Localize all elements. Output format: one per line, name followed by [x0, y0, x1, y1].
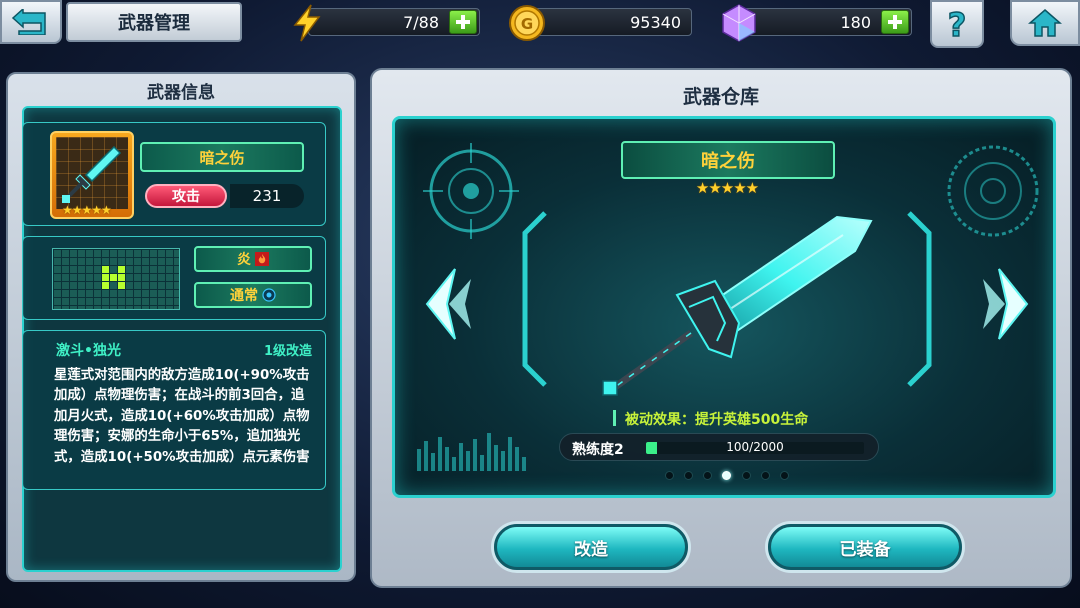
range-cell — [102, 266, 109, 273]
element-label: 炎 — [237, 252, 251, 268]
attack-type-label: 通常 — [230, 288, 258, 304]
svg-text:?: ? — [948, 6, 967, 42]
attack-value: 231 — [230, 184, 304, 208]
plus-icon — [456, 15, 470, 29]
page-indicator — [665, 471, 789, 480]
attack-label: 攻击 — [145, 184, 227, 208]
showcase-stars: ★★★★★ — [695, 179, 759, 197]
target-icon — [262, 288, 276, 302]
thumbnail-stars: ★★★★★ — [62, 203, 112, 217]
fire-icon — [255, 252, 269, 266]
range-cell — [118, 282, 125, 289]
help-button[interactable]: ? — [930, 0, 984, 48]
gold-coin-icon: G — [509, 5, 545, 41]
proficiency-row: 熟练度2 100/2000 — [559, 433, 879, 461]
gold-counter: G 95340 — [509, 5, 692, 41]
back-button[interactable] — [0, 0, 62, 44]
page-dot[interactable] — [779, 471, 789, 480]
svg-text:G: G — [521, 15, 533, 33]
skill-description: 星莲式对范围内的敌方造成10(+90%攻击加成）点物理伤害；在战斗的前3回合，追… — [54, 368, 310, 465]
page-dot-active[interactable] — [722, 471, 732, 480]
proficiency-value: 100/2000 — [726, 440, 784, 454]
skill-level: 1级改造 — [264, 344, 313, 359]
add-energy-button[interactable] — [449, 10, 477, 34]
page-dot[interactable] — [665, 471, 674, 480]
page-dot[interactable] — [703, 471, 713, 480]
range-cell — [118, 266, 125, 273]
home-icon — [1028, 9, 1062, 37]
page-dot[interactable] — [741, 471, 751, 480]
attack-type-attribute: 通常 — [194, 282, 312, 308]
top-bar: 武器管理 7/88 G 95340 180 ? — [0, 0, 1080, 48]
range-cell — [102, 274, 109, 281]
warehouse-title: 武器仓库 — [682, 86, 759, 108]
energy-value: 7/88 — [403, 13, 439, 32]
weapon-thumbnail[interactable]: ★★★★★ — [50, 131, 134, 219]
page-title: 武器管理 — [66, 2, 242, 42]
range-cell — [110, 274, 117, 281]
gem-value: 180 — [840, 13, 871, 32]
next-weapon-arrow[interactable] — [979, 239, 1039, 369]
right-rail-deco — [907, 211, 932, 387]
home-button[interactable] — [1010, 0, 1080, 46]
range-cell — [102, 282, 109, 289]
page-dot[interactable] — [684, 471, 694, 480]
gold-value: 95340 — [630, 13, 681, 32]
showcase-weapon-name: 暗之伤 — [621, 141, 835, 179]
attack-range-grid — [52, 248, 180, 310]
page-dot[interactable] — [760, 471, 770, 480]
equipped-button[interactable]: 已装备 — [768, 524, 962, 570]
plus-icon — [888, 15, 902, 29]
question-icon: ? — [947, 6, 967, 42]
weapon-warehouse-panel: 武器仓库 暗之伤 ★★★★★ 被动效果：提升英雄500生命 熟练度2 100/2… — [370, 68, 1072, 588]
weapon-showcase: 暗之伤 ★★★★★ 被动效果：提升英雄500生命 熟练度2 100/2000 — [392, 116, 1056, 498]
element-attribute: 炎 — [194, 246, 312, 272]
skill-name: 激斗•独光 — [56, 343, 121, 359]
gem-counter: 180 — [722, 4, 912, 42]
weapon-name-label: 暗之伤 — [140, 142, 304, 172]
equalizer-deco — [417, 433, 526, 471]
modify-button[interactable]: 改造 — [494, 524, 688, 570]
add-gem-button[interactable] — [881, 10, 909, 34]
left-rail-deco — [522, 211, 547, 387]
weapon-model-image — [602, 215, 873, 396]
weapon-info-title: 武器信息 — [147, 83, 215, 103]
range-cell — [118, 274, 125, 281]
proficiency-label: 熟练度2 — [572, 442, 624, 458]
back-arrow-icon — [11, 9, 46, 35]
energy-counter: 7/88 — [293, 4, 480, 42]
sword-icon — [62, 145, 122, 203]
previous-weapon-arrow[interactable] — [415, 239, 475, 369]
gem-icon — [722, 4, 756, 42]
passive-effect: 被动效果：提升英雄500生命 — [612, 409, 808, 429]
lightning-icon — [293, 4, 321, 42]
